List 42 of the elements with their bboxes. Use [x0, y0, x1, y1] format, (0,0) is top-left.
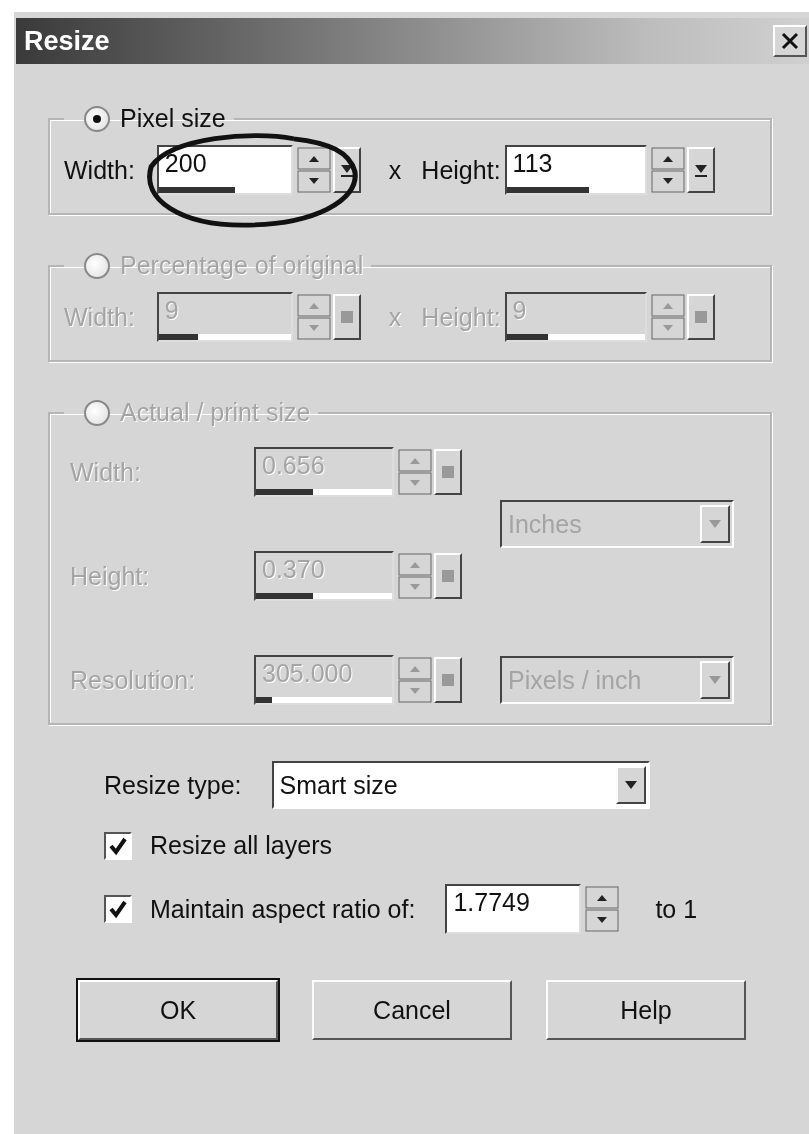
checkbox-label: Maintain aspect ratio of: [150, 894, 416, 924]
square-icon [442, 674, 454, 686]
square-icon [340, 311, 353, 323]
number-field[interactable]: 113 [504, 145, 647, 195]
dropdown-button[interactable] [434, 657, 462, 703]
field-label: Width: [64, 155, 135, 185]
radio-button[interactable] [84, 105, 110, 132]
close-icon [780, 31, 800, 51]
times-sign: x [388, 155, 402, 185]
dialog-button[interactable]: OK [78, 980, 278, 1040]
dialog-button[interactable]: Help [546, 980, 746, 1040]
spin-button[interactable] [585, 886, 620, 932]
dialog-button[interactable]: Cancel [312, 980, 512, 1040]
field-label: Resize type: [104, 770, 242, 800]
dropdown-button[interactable] [332, 294, 361, 340]
number-field[interactable]: 1.7749 [445, 884, 582, 934]
close-button[interactable] [773, 25, 807, 57]
spin-button[interactable] [650, 147, 685, 193]
checkmark-icon [108, 899, 128, 919]
dropdown-button[interactable] [434, 553, 462, 599]
checkbox[interactable] [104, 895, 132, 923]
caret-icon [708, 519, 722, 529]
caret-icon [708, 675, 722, 685]
ratio-suffix: to 1 [655, 894, 698, 924]
dropdown-button[interactable] [434, 449, 462, 495]
square-icon [442, 570, 454, 582]
number-field[interactable]: 200 [156, 145, 293, 195]
dropdown-button[interactable] [686, 147, 715, 193]
spin-button[interactable] [296, 147, 331, 193]
checkmark-icon [108, 835, 128, 856]
square-icon [442, 466, 454, 478]
square-icon [694, 311, 707, 323]
group-label: Actual / print size [120, 398, 311, 427]
field-label: Height: [421, 155, 501, 185]
resize-type-dropdown[interactable]: Smart size [271, 761, 650, 809]
group-label: Pixel size [120, 104, 226, 133]
dropdown-button[interactable] [686, 294, 715, 340]
window-title: Resize [24, 25, 110, 57]
caret-icon [623, 780, 638, 790]
checkbox-label: Resize all layers [150, 831, 332, 860]
checkbox[interactable] [104, 831, 132, 860]
group-label: Percentage of original [120, 251, 364, 280]
